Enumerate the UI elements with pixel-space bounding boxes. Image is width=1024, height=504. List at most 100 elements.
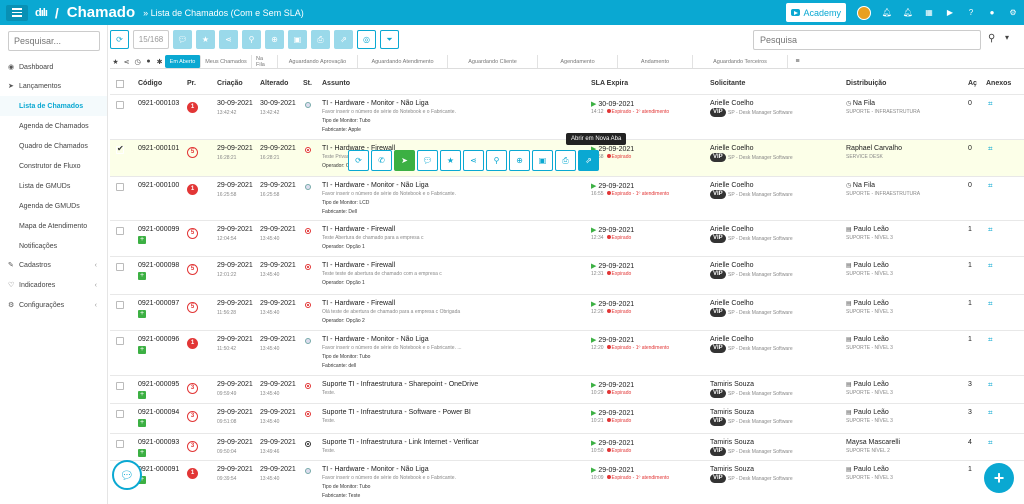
ticket-subject[interactable]: TI - Hardware - Monitor - Não Liga — [322, 466, 429, 473]
link-button[interactable]: ⚲ — [242, 30, 261, 49]
paperclip-icon[interactable]: ⌗ — [988, 380, 993, 390]
tab-aguardando-atendimento[interactable]: Aguardando Atendimento — [358, 55, 448, 68]
grid-icon[interactable]: ▦ — [924, 8, 934, 18]
paperclip-icon[interactable]: ⌗ — [988, 181, 993, 191]
table-row[interactable]: 0921-000095 +3 29-09-2021 09:59:49 29-09-202… — [110, 375, 1024, 403]
table-row[interactable]: 0921-000094 +3 29-09-2021 09:51:08 29-09-202… — [110, 403, 1024, 433]
col-solicitante[interactable]: Solicitante — [710, 80, 745, 87]
ticket-subject[interactable]: Suporte TI - Infraestrutura - Link Inter… — [322, 439, 479, 446]
col-criacao[interactable]: Criação — [217, 80, 243, 87]
play-icon[interactable]: ▶ — [945, 8, 955, 18]
row-checkbox[interactable] — [116, 440, 124, 448]
search-icon[interactable]: ⚲ — [988, 33, 995, 44]
paperclip-icon[interactable]: ⌗ — [988, 225, 993, 235]
list-menu-icon[interactable]: ≡ — [792, 58, 803, 65]
send-button[interactable]: ➤ — [394, 150, 415, 171]
paperclip-icon[interactable]: ⌗ — [988, 438, 993, 448]
user-avatar[interactable] — [857, 5, 871, 20]
ticket-code[interactable]: 0921-000091 — [138, 466, 179, 473]
comment-button[interactable]: 💬︎ — [173, 30, 192, 49]
ticket-code[interactable]: 0921-000100 — [138, 182, 179, 189]
select-all-checkbox[interactable] — [116, 80, 124, 88]
col-acoes[interactable]: Aç — [968, 80, 977, 87]
expand-plus-icon[interactable]: + — [138, 310, 146, 318]
comment-row-button[interactable]: 💬︎ — [417, 150, 438, 171]
menu-toggle-button[interactable] — [6, 4, 28, 21]
table-row[interactable]: 0921-000098 +5 29-09-2021 12:01:22 29-09-202… — [110, 256, 1024, 294]
share-filter-icon[interactable]: ⋖ — [121, 58, 132, 66]
clock-filter-icon[interactable]: ◷ — [132, 58, 143, 66]
sidebar-item-lista-de-chamados[interactable]: Lista de Chamados — [0, 96, 107, 116]
image-row-button[interactable]: ▣ — [532, 150, 553, 171]
tab-aguardando-terceiros[interactable]: Aguardando Terceiros — [693, 55, 788, 68]
expand-plus-icon[interactable]: + — [138, 391, 146, 399]
bell-alert-icon[interactable]: 🔔︎ — [903, 8, 913, 18]
tab-meus-chamados[interactable]: Meus Chamados — [201, 55, 252, 68]
ticket-subject[interactable]: TI - Hardware - Monitor - Não Liga — [322, 100, 429, 107]
star-row-button[interactable]: ★ — [440, 150, 461, 171]
star-button[interactable]: ★ — [196, 30, 215, 49]
row-checkbox[interactable] — [116, 263, 124, 271]
paperclip-icon[interactable]: ⌗ — [988, 144, 993, 154]
filter-button[interactable]: ⏷ — [380, 30, 399, 49]
search-input[interactable] — [753, 30, 981, 50]
tab-aguardando-aprovacao[interactable]: Aguardando Aprovação — [278, 55, 358, 68]
ticket-subject[interactable]: TI - Hardware - Monitor - Não Liga — [322, 182, 429, 189]
table-row[interactable]: 0921-000091 +1 29-09-2021 09:39:54 29-09-202… — [110, 460, 1024, 504]
paperclip-icon[interactable]: ⌗ — [988, 261, 993, 271]
ticket-code[interactable]: 0921-000099 — [138, 226, 179, 233]
expand-plus-icon[interactable]: + — [138, 236, 146, 244]
share-row-button[interactable]: ⋖ — [463, 150, 484, 171]
refresh-row-button[interactable]: ⟳ — [348, 150, 369, 171]
ticket-code[interactable]: 0921-000094 — [138, 409, 179, 416]
sidebar-item-mapa-de-atendimento[interactable]: Mapa de Atendimento — [0, 216, 107, 236]
tab-na-fila[interactable]: Na Fila — [252, 55, 278, 68]
paperclip-icon[interactable]: ⌗ — [988, 408, 993, 418]
gear-icon[interactable]: ⚙ — [1008, 8, 1018, 18]
chevron-down-icon[interactable]: ▾ — [1005, 33, 1009, 42]
row-checkbox[interactable] — [116, 301, 124, 309]
sidebar-item-agenda-de-chamados[interactable]: Agenda de Chamados — [0, 116, 107, 136]
col-assunto[interactable]: Assunto — [322, 80, 350, 87]
sidebar-item-cadastros[interactable]: ✎ Cadastros ‹ — [0, 255, 107, 275]
col-sla-expira[interactable]: SLA Expira — [591, 80, 628, 87]
ticket-subject[interactable]: Suporte TI - Infraestrutura - Software -… — [322, 409, 471, 416]
open-new-tab-button[interactable]: ⇗ — [578, 150, 599, 171]
tab-agendamento[interactable]: Agendamento — [538, 55, 618, 68]
link-row-button[interactable]: ⚲ — [486, 150, 507, 171]
tab-em-aberto[interactable]: Em Aberto — [165, 55, 201, 68]
table-row[interactable]: 0921-000093 +3 29-09-2021 09:50:04 29-09-202… — [110, 433, 1024, 460]
sidebar-search-input[interactable] — [8, 31, 100, 51]
col-status[interactable]: St. — [303, 80, 312, 87]
table-row[interactable]: 0921-000096 +1 29-09-2021 11:50:42 29-09-202… — [110, 330, 1024, 375]
expand-plus-icon[interactable]: + — [138, 449, 146, 457]
row-checkbox[interactable] — [116, 410, 124, 418]
ticket-code[interactable]: 0921-000101 — [138, 145, 179, 152]
row-checkbox[interactable] — [116, 101, 124, 109]
expand-plus-icon[interactable]: + — [138, 346, 146, 354]
ticket-code[interactable]: 0921-000103 — [138, 100, 179, 107]
settings-filter-icon[interactable]: ✱ — [154, 58, 165, 66]
table-row[interactable]: 0921-000100 1 29-09-2021 16:25:58 29-09-2021… — [110, 176, 1024, 220]
user-icon[interactable]: ● — [987, 8, 997, 18]
sidebar-item-configuracoes[interactable]: ⚙ Configurações ‹ — [0, 295, 107, 315]
add-row-button[interactable]: ⊕ — [509, 150, 530, 171]
expand-plus-icon[interactable]: + — [138, 272, 146, 280]
ticket-code[interactable]: 0921-000097 — [138, 300, 179, 307]
sidebar-item-agenda-de-gmuds[interactable]: Agenda de GMUDs — [0, 196, 107, 216]
help-icon[interactable]: ? — [966, 8, 976, 18]
ticket-code[interactable]: 0921-000093 — [138, 439, 179, 446]
bell-icon[interactable]: 🔔︎ — [882, 8, 892, 18]
sidebar-item-construtor-de-fluxo[interactable]: Construtor de Fluxo — [0, 156, 107, 176]
ticket-subject[interactable]: TI - Hardware - Firewall — [322, 300, 395, 307]
add-button[interactable]: ⊕ — [265, 30, 284, 49]
share-button[interactable]: ⋖ — [219, 30, 238, 49]
row-checkbox[interactable] — [116, 183, 124, 191]
open-external-button[interactable]: ⇗ — [334, 30, 353, 49]
refresh-button[interactable]: ⟳ — [110, 30, 129, 49]
paperclip-icon[interactable]: ⌗ — [988, 299, 993, 309]
paperclip-icon[interactable]: ⌗ — [988, 99, 993, 109]
ticket-code[interactable]: 0921-000098 — [138, 262, 179, 269]
print-row-button[interactable]: ⎙ — [555, 150, 576, 171]
ticket-subject[interactable]: TI - Hardware - Firewall — [322, 226, 395, 233]
